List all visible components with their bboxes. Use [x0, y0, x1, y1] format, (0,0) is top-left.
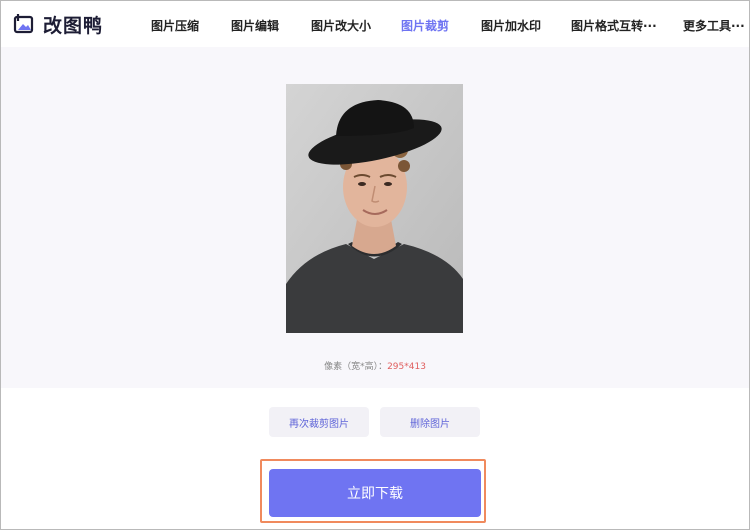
download-button[interactable]: 立即下载 [269, 469, 481, 517]
cropped-image-preview [286, 84, 463, 333]
logo-text: 改图鸭 [43, 14, 104, 37]
main-nav: 图片压缩 图片编辑 图片改大小 图片裁剪 图片加水印 图片格式互转··· 更多工… [131, 1, 749, 47]
delete-image-button[interactable]: 删除图片 [380, 407, 480, 437]
nav-item-more-tools[interactable]: 更多工具··· [683, 17, 745, 34]
logo-icon [13, 13, 35, 35]
nav-item-compress[interactable]: 图片压缩 [151, 17, 199, 34]
nav-item-watermark[interactable]: 图片加水印 [481, 17, 541, 34]
dims-label: 像素（宽*高）： [324, 362, 388, 372]
logo[interactable]: 改图鸭 [13, 10, 103, 38]
nav-item-resize[interactable]: 图片改大小 [311, 17, 371, 34]
recrop-button[interactable]: 再次裁剪图片 [269, 407, 369, 437]
nav-item-edit[interactable]: 图片编辑 [231, 17, 279, 34]
pixel-dimensions: 像素（宽*高）：295*413 [0, 359, 750, 372]
dims-value: 295*413 [387, 362, 426, 372]
top-header: 改图鸭 图片压缩 图片编辑 图片改大小 图片裁剪 图片加水印 图片格式互转···… [1, 1, 749, 47]
nav-item-crop[interactable]: 图片裁剪 [401, 17, 449, 34]
nav-item-format-convert[interactable]: 图片格式互转··· [571, 17, 657, 34]
